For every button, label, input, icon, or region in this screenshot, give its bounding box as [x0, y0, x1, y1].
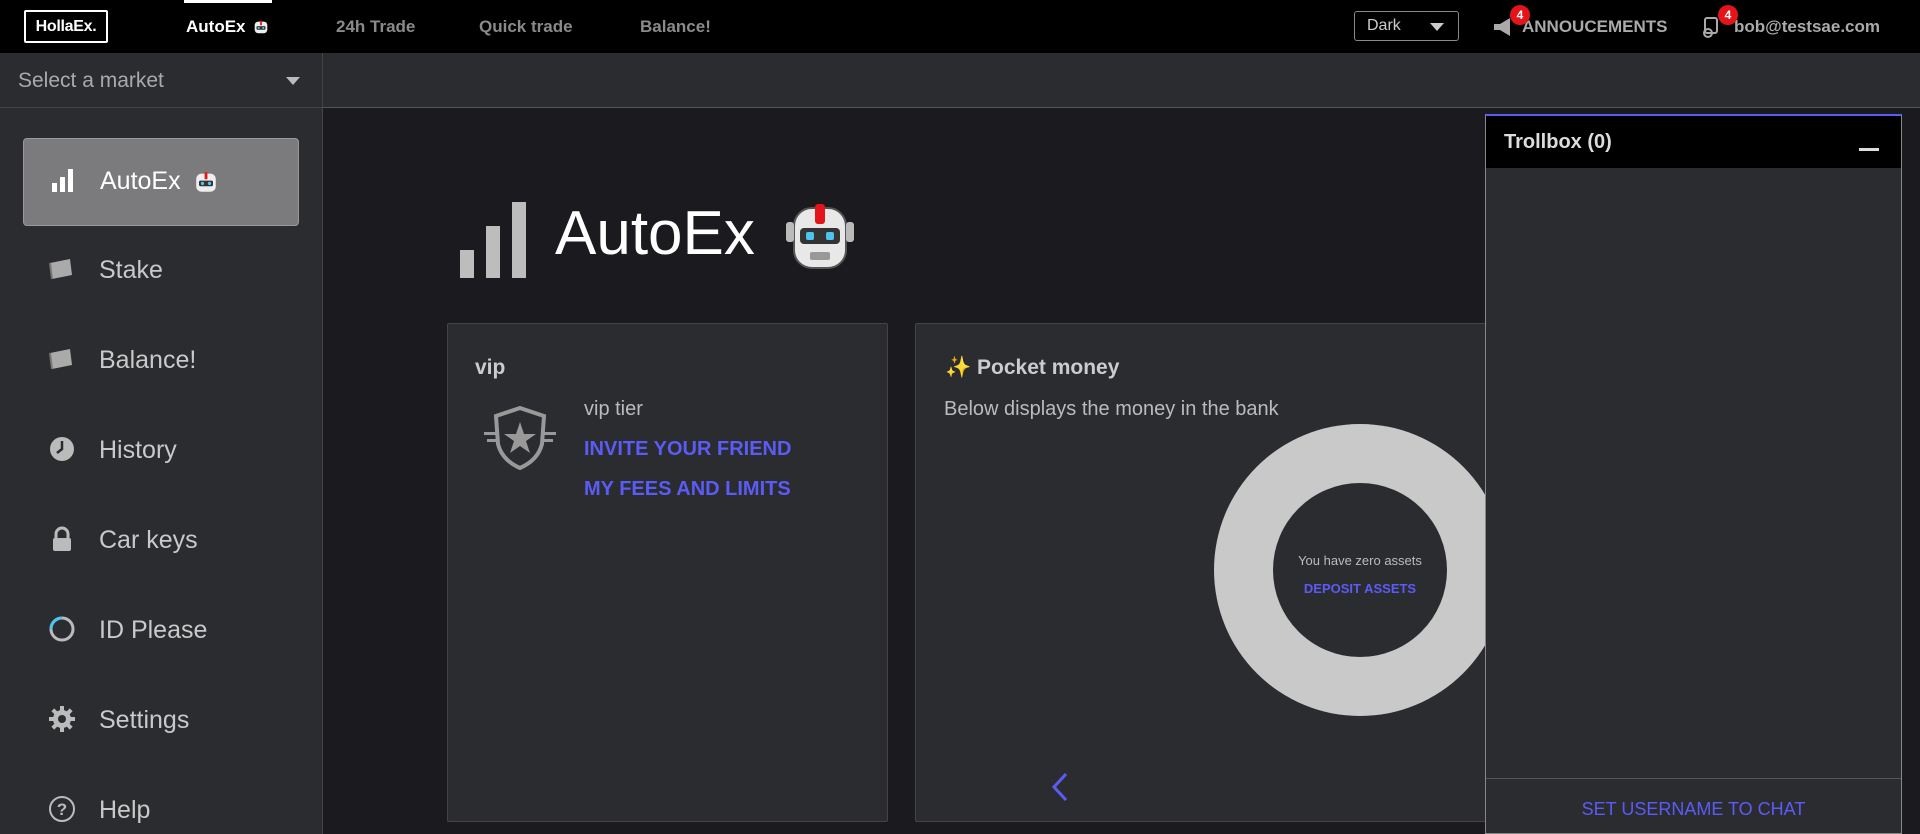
chevron-down-icon [1430, 23, 1444, 31]
svg-text:?: ? [57, 800, 67, 819]
sidebar-item-label: Help [99, 796, 151, 824]
sidebar-item-label: Stake [99, 256, 163, 284]
sidebar-item-id-please[interactable]: ID Please [23, 588, 299, 676]
bar-chart-icon [49, 166, 77, 194]
trollbox-footer: SET USERNAME TO CHAT [1486, 778, 1901, 834]
set-username-link[interactable]: SET USERNAME TO CHAT [1486, 799, 1901, 820]
tab-24h-trade[interactable]: 24h Trade [336, 0, 415, 53]
wallet-icon [48, 345, 76, 373]
market-select-placeholder: Select a market [18, 69, 164, 92]
gear-icon [48, 705, 76, 733]
fees-limits-link[interactable]: MY FEES AND LIMITS [584, 478, 791, 501]
bar-chart-icon [460, 202, 526, 278]
user-email: bob@testsae.com [1734, 16, 1881, 36]
pocket-money-description: Below displays the money in the bank [944, 398, 1279, 420]
trollbox-panel: Trollbox (0) SET USERNAME TO CHAT [1485, 114, 1902, 834]
market-bar [323, 53, 1920, 108]
invite-friend-link[interactable]: INVITE YOUR FRIEND [584, 438, 791, 461]
trollbox-title: Trollbox (0) [1504, 131, 1612, 153]
top-navigation-bar: HollaEx. AutoEx 24h Trade Quick trade Ba… [0, 0, 1920, 53]
minimize-icon[interactable] [1859, 148, 1879, 151]
tab-autoex[interactable]: AutoEx [184, 0, 271, 53]
lock-icon [48, 525, 76, 553]
chevron-down-icon [286, 77, 300, 85]
page-title: AutoEx [555, 199, 755, 268]
sidebar-item-balance[interactable]: Balance! [23, 318, 299, 406]
announcements-label: ANNOUCEMENTS [1522, 16, 1668, 36]
spinner-icon [48, 615, 76, 643]
robot-icon [254, 20, 267, 33]
sidebar-item-label: History [99, 436, 177, 464]
zero-assets-text: You have zero assets [1298, 553, 1422, 568]
deposit-assets-link[interactable]: DEPOSIT ASSETS [1273, 581, 1447, 596]
sidebar-item-history[interactable]: History [23, 408, 299, 496]
sidebar-item-label: Balance! [99, 346, 197, 374]
user-menu[interactable]: 4 bob@testsae.com [1700, 0, 1880, 53]
sidebar-item-car-keys[interactable]: Car keys [23, 498, 299, 586]
help-icon: ? [48, 795, 76, 823]
hollaex-logo[interactable]: HollaEx. [24, 10, 108, 43]
chevron-left-icon[interactable] [1048, 770, 1072, 804]
clock-icon [48, 435, 76, 463]
tab-balance[interactable]: Balance! [640, 0, 711, 53]
vip-tier-label: vip tier [584, 398, 643, 420]
sidebar-item-autoex[interactable]: AutoEx [23, 138, 299, 226]
vip-card-title: vip [475, 356, 506, 379]
sidebar-item-label: Settings [99, 706, 190, 734]
sidebar: AutoEx Stake Balance! History Car keys I… [0, 108, 323, 834]
announcements-button[interactable]: 4 ANNOUCEMENTS [1492, 0, 1667, 53]
vip-shield-icon [484, 406, 556, 470]
theme-select-value: Dark [1367, 17, 1401, 34]
sparkles-icon: ✨ [945, 356, 972, 379]
sidebar-item-label: ID Please [99, 616, 208, 644]
sidebar-item-help[interactable]: ? Help [23, 768, 299, 834]
tab-label: AutoEx [186, 16, 246, 36]
tab-quick-trade[interactable]: Quick trade [479, 0, 573, 53]
market-select[interactable]: Select a market [0, 53, 323, 108]
wallet-icon [48, 255, 76, 283]
theme-select[interactable]: Dark [1354, 11, 1459, 41]
sidebar-item-settings[interactable]: Settings [23, 678, 299, 766]
vip-card: vip vip tier INVITE YOUR FRIEND MY FEES … [447, 323, 888, 822]
trollbox-header: Trollbox (0) [1486, 116, 1901, 168]
assets-donut-chart: You have zero assets DEPOSIT ASSETS [1214, 424, 1506, 716]
robot-icon [195, 172, 216, 193]
robot-icon [786, 204, 854, 269]
announcements-badge: 4 [1510, 5, 1530, 25]
sidebar-item-label: AutoEx [100, 167, 220, 196]
sidebar-item-stake[interactable]: Stake [23, 228, 299, 316]
donut-center: You have zero assets DEPOSIT ASSETS [1273, 483, 1447, 657]
pocket-money-title: ✨ Pocket money [945, 356, 1120, 379]
user-notifications-badge: 4 [1718, 5, 1738, 25]
sidebar-item-label: Car keys [99, 526, 198, 554]
